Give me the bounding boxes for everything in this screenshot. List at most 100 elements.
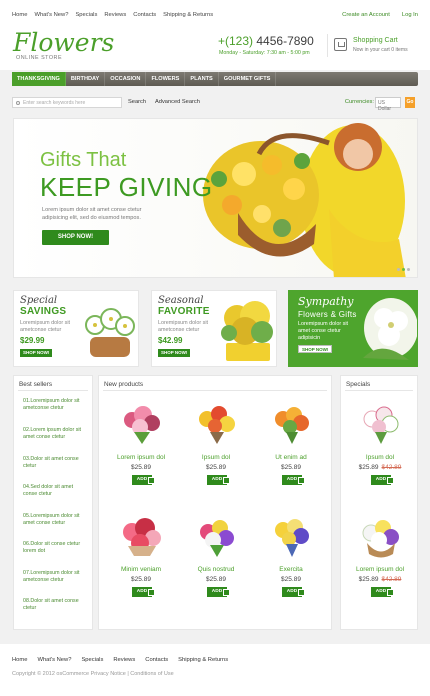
footer-links: Home What's New? Specials Reviews Contac… — [12, 657, 228, 663]
phone-prefix: +(123) — [218, 34, 254, 48]
banner-shop-now-button[interactable]: SHOP NOW! — [42, 230, 109, 245]
create-account-link[interactable]: Create an Account — [342, 12, 390, 18]
add-to-cart-button[interactable]: ADD — [207, 587, 230, 597]
add-to-cart-button[interactable]: ADD — [282, 475, 305, 485]
best-seller-item[interactable]: 07.Loremipsum dolor sit ametconse ctetur — [23, 570, 87, 584]
hero-banner: Gifts That KEEP GIVING Lorem ipsum dolor… — [13, 118, 418, 278]
best-seller-item[interactable]: 06.Dolor sit conse ctetur lorem dot — [23, 541, 87, 555]
bouquet-white-pink-image — [363, 406, 399, 444]
currency-select[interactable]: US Dollar — [375, 97, 401, 112]
product-price: $25.89 — [131, 464, 151, 471]
current-price: $25.89 — [358, 464, 379, 471]
top-link-home[interactable]: Home — [12, 12, 27, 18]
store-hours: Monday - Saturday: 7:30 am - 5:00 pm — [219, 50, 310, 56]
product-card[interactable]: Exercita $25.89 ADD — [256, 512, 326, 612]
bouquet-orange-image — [275, 407, 309, 444]
footer-link-whats-new[interactable]: What's New? — [37, 657, 71, 663]
promo-1-shop-now-button[interactable]: SHOP NOW! — [20, 349, 53, 357]
shopping-cart[interactable]: Shopping Cart Now in your cart 0 items — [327, 34, 421, 57]
main-nav: THANKSGIVING BIRTHDAY OCCASION FLOWERS P… — [12, 72, 418, 86]
product-name[interactable]: Lorem ipsum dol — [345, 566, 415, 573]
promo-2-text: Loremipsum dolor sit ametconse ctetur — [158, 320, 209, 333]
top-link-reviews[interactable]: Reviews — [104, 12, 126, 18]
login-link[interactable]: Log In — [402, 12, 418, 18]
promo-3-shop-now-button[interactable]: SHOP NOW! — [298, 345, 333, 353]
cart-title[interactable]: Shopping Cart — [353, 37, 398, 44]
promo-special-savings[interactable]: Special SAVINGS Loremipsum dolor sit ame… — [13, 290, 139, 367]
nav-gourmet-gifts[interactable]: GOURMET GIFTS — [219, 72, 277, 86]
product-name[interactable]: Ut enim ad — [256, 454, 326, 461]
specials-title: Specials — [346, 381, 371, 388]
currency-go-button[interactable]: Go — [405, 97, 415, 108]
best-sellers-divider — [18, 390, 88, 391]
add-to-cart-button[interactable]: ADD — [371, 587, 394, 597]
best-seller-item[interactable]: 08.Dolor sit amet conse ctetur — [23, 598, 87, 612]
nav-birthday[interactable]: BIRTHDAY — [66, 72, 106, 86]
footer-link-specials[interactable]: Specials — [81, 657, 103, 663]
special-product-card[interactable]: Lorem ipsum dol $25.89 $42.89 ADD — [345, 512, 415, 612]
special-price: $25.89 $42.89 — [345, 464, 415, 471]
add-to-cart-button[interactable]: ADD — [132, 475, 155, 485]
slider-dot-active[interactable] — [402, 268, 405, 271]
best-seller-item[interactable]: 03.Dolor sit amet conse ctetur — [23, 456, 87, 470]
top-link-shipping[interactable]: Shipping & Returns — [163, 12, 213, 18]
promo-3-title-1: Sympathy — [298, 295, 354, 308]
product-name[interactable]: Quis nostrud — [181, 566, 251, 573]
footer: Home What's New? Specials Reviews Contac… — [0, 644, 430, 696]
promo-1-text: Loremipsum dolor sit ametconse ctetur — [20, 320, 71, 333]
slider-dot[interactable] — [407, 268, 410, 271]
header: Flowers ONLINE STORE +(123) 4456-7890 Mo… — [0, 24, 430, 70]
product-name[interactable]: Ipsum dol — [181, 454, 251, 461]
white-flower-image — [363, 298, 417, 360]
product-card[interactable]: Ipsum dol $25.89 ADD — [181, 400, 251, 500]
promo-1-title-1: Special — [20, 295, 58, 306]
bouquet-red-pink-image — [123, 518, 161, 556]
product-card[interactable]: Ut enim ad $25.89 ADD — [256, 400, 326, 500]
slider-dot[interactable] — [397, 268, 400, 271]
top-link-whats-new[interactable]: What's New? — [34, 12, 68, 18]
top-link-contacts[interactable]: Contacts — [133, 12, 156, 18]
special-product-card[interactable]: Ipsum dol $25.89 $42.89 ADD — [345, 400, 415, 500]
nav-flowers[interactable]: FLOWERS — [146, 72, 186, 86]
nav-thanksgiving[interactable]: THANKSGIVING — [12, 72, 66, 86]
best-sellers-box: Best sellers 01.Loremipsum dolor sit ame… — [13, 375, 93, 630]
top-link-specials[interactable]: Specials — [75, 12, 97, 18]
best-seller-item[interactable]: 02.Lorem ipsum dolor sit amet conse ctet… — [23, 427, 87, 441]
promo-2-shop-now-button[interactable]: SHOP NOW! — [158, 349, 191, 357]
add-to-cart-button[interactable]: ADD — [207, 475, 230, 485]
nav-plants[interactable]: PLANTS — [185, 72, 219, 86]
promo-seasonal-favorite[interactable]: Seasonal FAVORITE Loremipsum dolor sit a… — [151, 290, 277, 367]
best-seller-item[interactable]: 05.Loremipsum dolor sit amet conse ctetu… — [23, 513, 87, 527]
product-card[interactable]: Quis nostrud $25.89 ADD — [181, 512, 251, 612]
search-button[interactable]: Search — [128, 99, 146, 105]
advanced-search-link[interactable]: Advanced Search — [155, 99, 200, 105]
product-name[interactable]: Minim veniam — [106, 566, 176, 573]
promo-2-title-2: FAVORITE — [158, 306, 210, 317]
copyright: Copyright © 2012 osCommerce Privacy Noti… — [12, 671, 174, 677]
product-name[interactable]: Lorem ipsum dol — [106, 454, 176, 461]
basket-white-yellow-image — [362, 520, 399, 558]
add-to-cart-button[interactable]: ADD — [282, 587, 305, 597]
best-seller-item[interactable]: 01.Loremipsum dolor sit ametconse ctetur — [23, 398, 87, 412]
special-price: $25.89 $42.89 — [345, 576, 415, 583]
product-card[interactable]: Lorem ipsum dol $25.89 ADD — [106, 400, 176, 500]
add-to-cart-button[interactable]: ADD — [132, 587, 155, 597]
best-seller-item[interactable]: 04.Sed dolor sit amet conse ctetur — [23, 484, 87, 498]
promo-sympathy[interactable]: Sympathy Flowers & Gifts Loremipsum dolo… — [288, 290, 418, 367]
cart-status: Now in your cart 0 items — [353, 47, 408, 53]
add-to-cart-button[interactable]: ADD — [371, 475, 394, 485]
product-name[interactable]: Ipsum dol — [345, 454, 415, 461]
footer-link-shipping[interactable]: Shipping & Returns — [178, 657, 228, 663]
logo[interactable]: Flowers — [13, 30, 114, 55]
bouquet-yellow-red-image — [199, 406, 235, 444]
new-products-box: New products Lorem ipsum dol $25.89 ADD … — [98, 375, 332, 630]
footer-link-home[interactable]: Home — [12, 657, 27, 663]
account-links: Create an Account Log In — [342, 12, 418, 18]
product-name[interactable]: Exercita — [256, 566, 326, 573]
flower-pot-image — [221, 301, 273, 361]
footer-link-reviews[interactable]: Reviews — [113, 657, 135, 663]
search-input[interactable]: Enter search keywords here — [12, 97, 122, 108]
product-card[interactable]: Minim veniam $25.89 ADD — [106, 512, 176, 612]
footer-link-contacts[interactable]: Contacts — [145, 657, 168, 663]
nav-occasion[interactable]: OCCASION — [105, 72, 147, 86]
